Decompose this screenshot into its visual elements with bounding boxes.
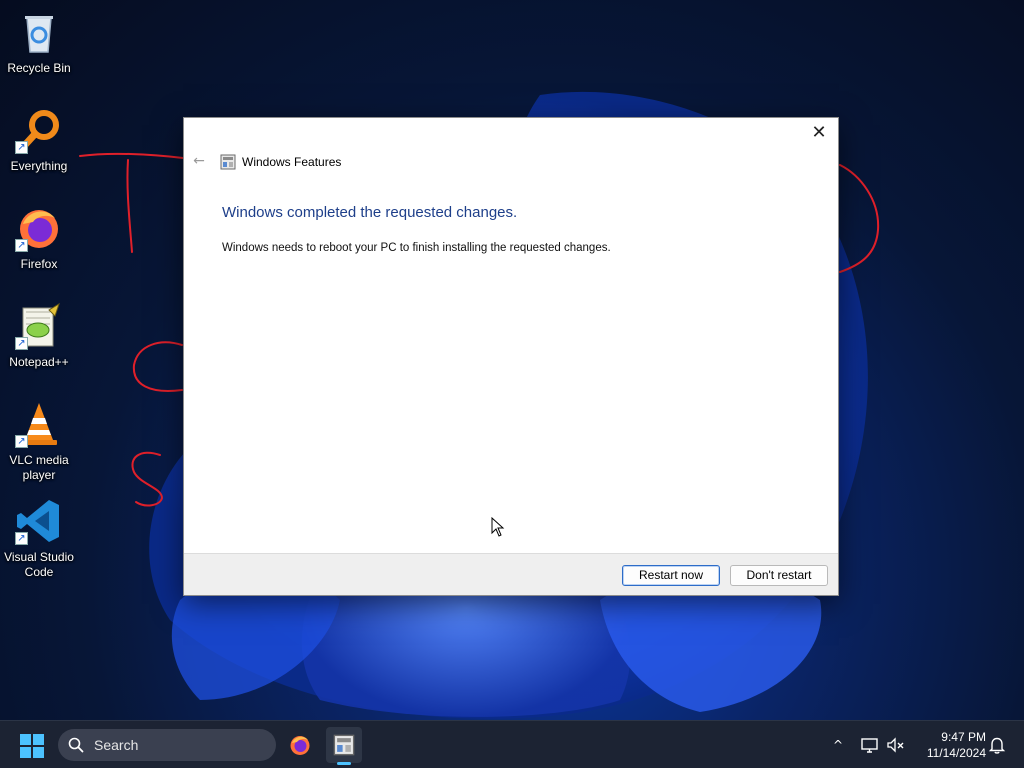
dialog-message: Windows needs to reboot your PC to finis… <box>222 242 611 254</box>
desktop-icon-label: Everything <box>10 159 68 173</box>
active-app-indicator <box>337 762 351 765</box>
desktop-icon-notepad-plus-plus[interactable]: ↗ Notepad++ <box>2 302 76 370</box>
desktop-icon-vscode[interactable]: ↗ Visual Studio Code <box>2 497 76 580</box>
close-button[interactable]: ✕ <box>806 122 832 146</box>
search-placeholder: Search <box>94 737 139 753</box>
desktop-icon-label: Visual Studio Code <box>4 550 74 579</box>
desktop-icon-label: Recycle Bin <box>7 61 71 75</box>
taskbar-app-firefox[interactable] <box>282 727 318 763</box>
dialog-heading: Windows completed the requested changes. <box>222 204 518 221</box>
taskbar-app-windows-features[interactable] <box>326 727 362 765</box>
back-arrow-icon[interactable]: ← <box>190 152 208 170</box>
firefox-icon: ↗ <box>15 204 63 252</box>
show-hidden-icons-chevron-icon[interactable]: ^ <box>828 735 848 755</box>
dialog-title: Windows Features <box>242 155 342 169</box>
clock-time: 9:47 PM <box>941 730 986 744</box>
desktop-icon-recycle-bin[interactable]: Recycle Bin <box>2 8 76 76</box>
network-icon[interactable] <box>860 735 880 755</box>
desktop-icon-label: VLC media player <box>9 453 69 482</box>
shortcut-arrow-icon: ↗ <box>15 435 28 448</box>
dialog-footer: Restart now Don't restart <box>184 553 838 595</box>
windows-features-icon <box>333 734 355 756</box>
notepad-plus-plus-icon: ↗ <box>15 302 63 350</box>
everything-search-icon: ↗ <box>15 106 63 154</box>
notification-bell-icon[interactable] <box>988 735 1006 755</box>
windows-features-dialog: ✕ ← Windows Features Windows completed t… <box>183 117 839 596</box>
desktop-icon-label: Notepad++ <box>9 355 69 369</box>
desktop-icon-vlc[interactable]: ↗ VLC media player <box>2 400 76 483</box>
start-button[interactable] <box>20 734 44 758</box>
vlc-cone-icon: ↗ <box>15 400 63 448</box>
desktop-icon-everything[interactable]: ↗ Everything <box>2 106 76 174</box>
search-icon <box>68 737 84 753</box>
shortcut-arrow-icon: ↗ <box>15 337 28 350</box>
shortcut-arrow-icon: ↗ <box>15 532 28 545</box>
shortcut-arrow-icon: ↗ <box>15 141 28 154</box>
windows-logo-icon <box>20 734 31 745</box>
dont-restart-button[interactable]: Don't restart <box>730 565 828 586</box>
windows-features-icon <box>220 154 236 170</box>
dialog-title-row: Windows Features <box>220 154 341 170</box>
recycle-bin-icon <box>15 8 63 56</box>
vscode-icon: ↗ <box>15 497 63 545</box>
firefox-icon <box>290 736 310 755</box>
volume-muted-icon[interactable] <box>886 735 906 755</box>
taskbar: Search ^ 9:47 PM 11/14/2024 <box>0 720 1024 768</box>
desktop-icon-label: Firefox <box>20 257 58 271</box>
clock-date: 11/14/2024 <box>926 746 986 760</box>
taskbar-clock[interactable]: 9:47 PM 11/14/2024 <box>912 729 986 761</box>
desktop-icon-firefox[interactable]: ↗ Firefox <box>2 204 76 272</box>
restart-now-button[interactable]: Restart now <box>622 565 720 586</box>
taskbar-search[interactable]: Search <box>58 729 276 761</box>
shortcut-arrow-icon: ↗ <box>15 239 28 252</box>
